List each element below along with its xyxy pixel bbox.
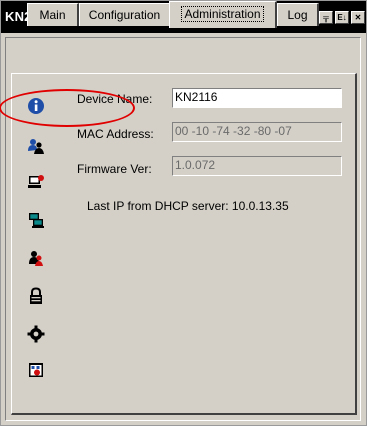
calendar-icon[interactable] bbox=[27, 361, 45, 379]
device-name-field[interactable]: KN2116 bbox=[172, 88, 342, 108]
restore-button[interactable]: E↓ bbox=[335, 11, 349, 24]
dhcp-status-text: Last IP from DHCP server: 10.0.13.35 bbox=[87, 199, 289, 213]
user-management-icon[interactable] bbox=[27, 249, 45, 267]
gear-icon[interactable] bbox=[27, 325, 45, 343]
tab-log[interactable]: Log bbox=[277, 3, 319, 26]
tile-button[interactable]: ╦ bbox=[319, 11, 333, 24]
mac-address-label: MAC Address: bbox=[77, 127, 154, 141]
tab-configuration[interactable]: Configuration bbox=[79, 3, 171, 26]
mac-address-field: 00 -10 -74 -32 -80 -07 bbox=[172, 122, 342, 142]
tab-administration[interactable]: Administration bbox=[169, 1, 277, 28]
tab-main[interactable]: Main bbox=[27, 3, 79, 26]
computer-security-icon[interactable] bbox=[27, 173, 45, 191]
close-button[interactable]: ✕ bbox=[351, 11, 365, 24]
annotation-circle bbox=[0, 89, 135, 127]
firmware-version-field: 1.0.072 bbox=[172, 156, 342, 176]
kn2116-general-window: KN2116 General ▬ ╦ E↓ ✕ Main Configurati… bbox=[0, 0, 367, 426]
firmware-version-label: Firmware Ver: bbox=[77, 162, 152, 176]
computer-network-icon[interactable] bbox=[27, 211, 45, 229]
lock-icon[interactable] bbox=[27, 287, 45, 305]
user-admin-icon[interactable] bbox=[27, 137, 45, 155]
